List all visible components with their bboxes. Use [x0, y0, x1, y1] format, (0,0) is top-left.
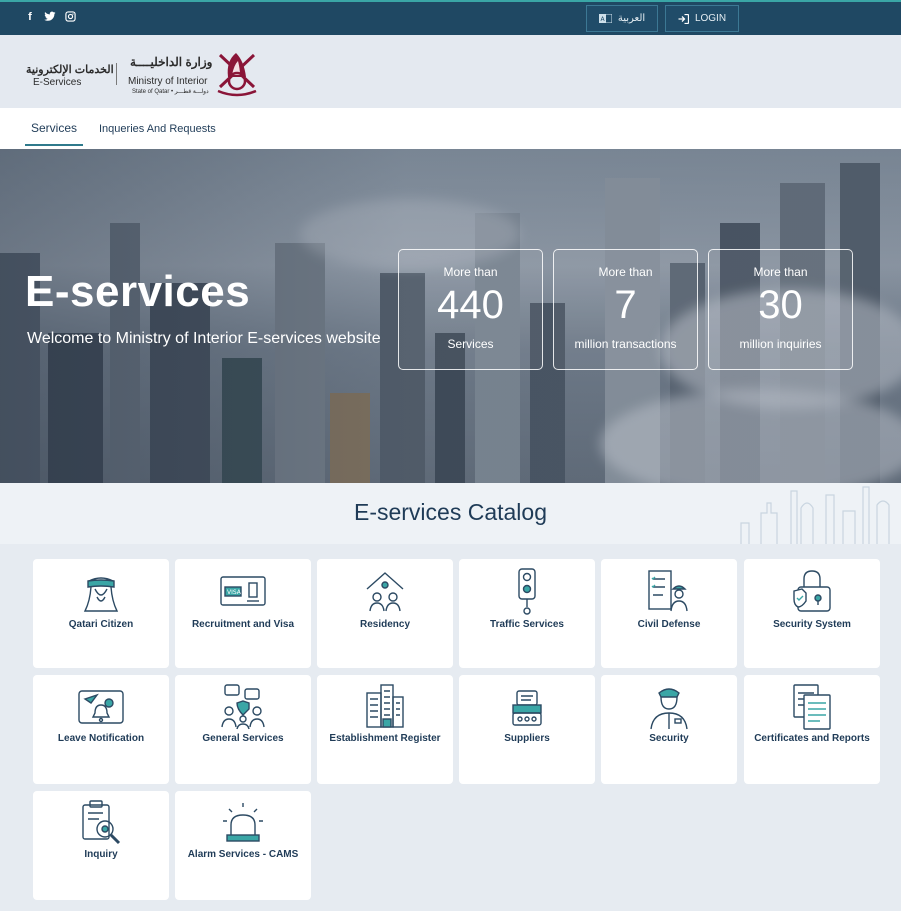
card-label: Traffic Services [490, 619, 564, 630]
site-header: الخدمات الإلكترونية E-Services وزارة الد… [0, 35, 901, 108]
stat-transactions: More than 7 million transactions [553, 249, 698, 370]
residency-icon [317, 567, 453, 615]
civil-defense-icon [601, 567, 737, 615]
state-label: State of Qatar • دولـــة قطـــر [132, 89, 209, 95]
card-qatari-citizen[interactable]: Qatari Citizen [33, 559, 169, 668]
card-label: Alarm Services - CAMS [187, 849, 299, 860]
card-suppliers[interactable]: Suppliers [459, 675, 595, 784]
card-label: Security [649, 733, 689, 744]
logo-divider [116, 63, 117, 85]
card-label: Qatari Citizen [68, 619, 134, 630]
eservices-english-label: E-Services [33, 77, 82, 88]
card-security-system[interactable]: Security System [744, 559, 880, 668]
card-label: Certificates and Reports [754, 733, 870, 744]
language-button[interactable]: A العربية [586, 5, 658, 32]
ministry-english-label: Ministry of Interior [128, 76, 208, 87]
twitter-icon[interactable] [44, 11, 56, 23]
suppliers-icon [459, 683, 595, 731]
visa-icon: VISA [175, 567, 311, 615]
card-inquiry[interactable]: Inquiry [33, 791, 169, 900]
general-services-icon [175, 683, 311, 731]
card-alarm-services[interactable]: Alarm Services - CAMS [175, 791, 311, 900]
card-traffic-services[interactable]: Traffic Services [459, 559, 595, 668]
card-establishment-register[interactable]: Establishment Register [317, 675, 453, 784]
stat-number: 7 [614, 283, 637, 327]
card-security[interactable]: Security [601, 675, 737, 784]
card-label: Security System [773, 619, 851, 630]
stat-prefix: More than [753, 265, 808, 279]
card-general-services[interactable]: General Services [175, 675, 311, 784]
card-residency[interactable]: Residency [317, 559, 453, 668]
card-label: Recruitment and Visa [191, 619, 295, 630]
stat-number: 30 [758, 283, 803, 327]
card-leave-notification[interactable]: Leave Notification [33, 675, 169, 784]
stat-suffix: million inquiries [739, 337, 822, 351]
security-lock-icon [744, 567, 880, 615]
instagram-icon[interactable] [64, 11, 76, 23]
stat-prefix: More than [598, 265, 653, 279]
documents-icon [744, 683, 880, 731]
language-label: العربية [617, 13, 646, 24]
card-label: General Services [202, 733, 284, 744]
card-label: Leave Notification [57, 733, 145, 744]
leave-notification-icon [33, 683, 169, 731]
eservices-arabic-label: الخدمات الإلكترونية [26, 64, 114, 76]
qatar-emblem-icon[interactable] [214, 47, 260, 102]
hero-title: E-services [25, 267, 251, 316]
facebook-icon[interactable]: f [24, 11, 36, 23]
stat-prefix: More than [443, 265, 498, 279]
hero-subtitle: Welcome to Ministry of Interior E-servic… [27, 330, 381, 347]
card-label: Residency [359, 619, 411, 630]
catalog-header: E-services Catalog [0, 483, 901, 544]
card-label: Inquiry [84, 849, 118, 860]
stat-suffix: million transactions [574, 337, 677, 351]
alarm-icon [175, 799, 311, 847]
hero-banner: E-services Welcome to Ministry of Interi… [0, 149, 901, 483]
card-civil-defense[interactable]: Civil Defense [601, 559, 737, 668]
tab-inquiries-requests[interactable]: Inqueries And Requests [99, 108, 216, 149]
ministry-arabic-label: وزارة الداخليــــة [130, 55, 213, 69]
qatari-citizen-icon [33, 567, 169, 615]
inquiry-icon [33, 799, 169, 847]
card-label: Establishment Register [329, 733, 441, 744]
traffic-light-icon [459, 567, 595, 615]
svg-text:VISA: VISA [227, 589, 242, 596]
stat-inquiries: More than 30 million inquiries [708, 249, 853, 370]
stat-number: 440 [437, 283, 504, 327]
card-label: Suppliers [504, 733, 550, 744]
building-icon [317, 683, 453, 731]
login-label: LOGIN [694, 13, 727, 24]
login-icon [678, 13, 689, 24]
tab-services[interactable]: Services [25, 111, 83, 146]
stat-services: More than 440 Services [398, 249, 543, 370]
catalog-title: E-services Catalog [353, 499, 548, 525]
card-recruitment-visa[interactable]: VISA Recruitment and Visa [175, 559, 311, 668]
card-certificates-reports[interactable]: Certificates and Reports [744, 675, 880, 784]
social-links: f [24, 11, 76, 23]
stat-suffix: Services [447, 337, 494, 351]
top-bar: f A العربية LOGIN [0, 0, 901, 35]
translate-icon: A [598, 14, 612, 23]
login-button[interactable]: LOGIN [665, 5, 739, 32]
card-label: Civil Defense [637, 619, 701, 630]
police-officer-icon [601, 683, 737, 731]
main-nav: Services Inqueries And Requests [0, 108, 901, 149]
